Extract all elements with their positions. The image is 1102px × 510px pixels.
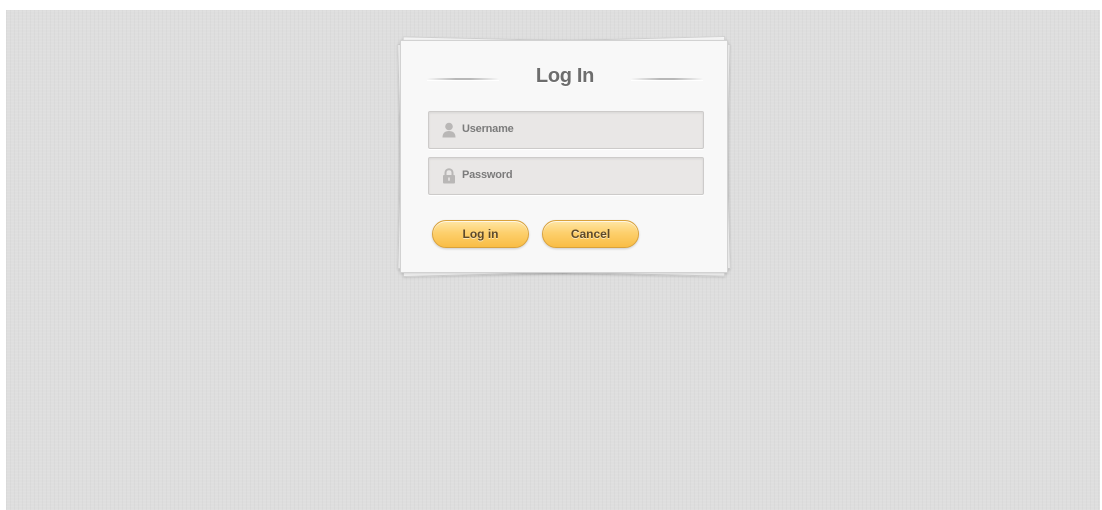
login-card: Log In Username Password Log in Cancel	[400, 40, 728, 273]
lock-icon	[443, 168, 455, 184]
cancel-button[interactable]: Cancel	[542, 220, 639, 248]
password-placeholder: Password	[462, 169, 513, 181]
title-divider-right	[631, 78, 703, 81]
login-button[interactable]: Log in	[432, 220, 529, 248]
login-dialog: Log In Username Password Log in Cancel	[397, 36, 731, 277]
user-icon	[442, 122, 456, 138]
dialog-title: Log In	[535, 65, 595, 87]
page-background: Log In Username Password Log in Cancel	[6, 10, 1100, 510]
username-field[interactable]: Username	[428, 111, 704, 149]
password-field[interactable]: Password	[428, 157, 704, 195]
title-row: Log In	[401, 65, 729, 95]
username-placeholder: Username	[462, 123, 514, 135]
